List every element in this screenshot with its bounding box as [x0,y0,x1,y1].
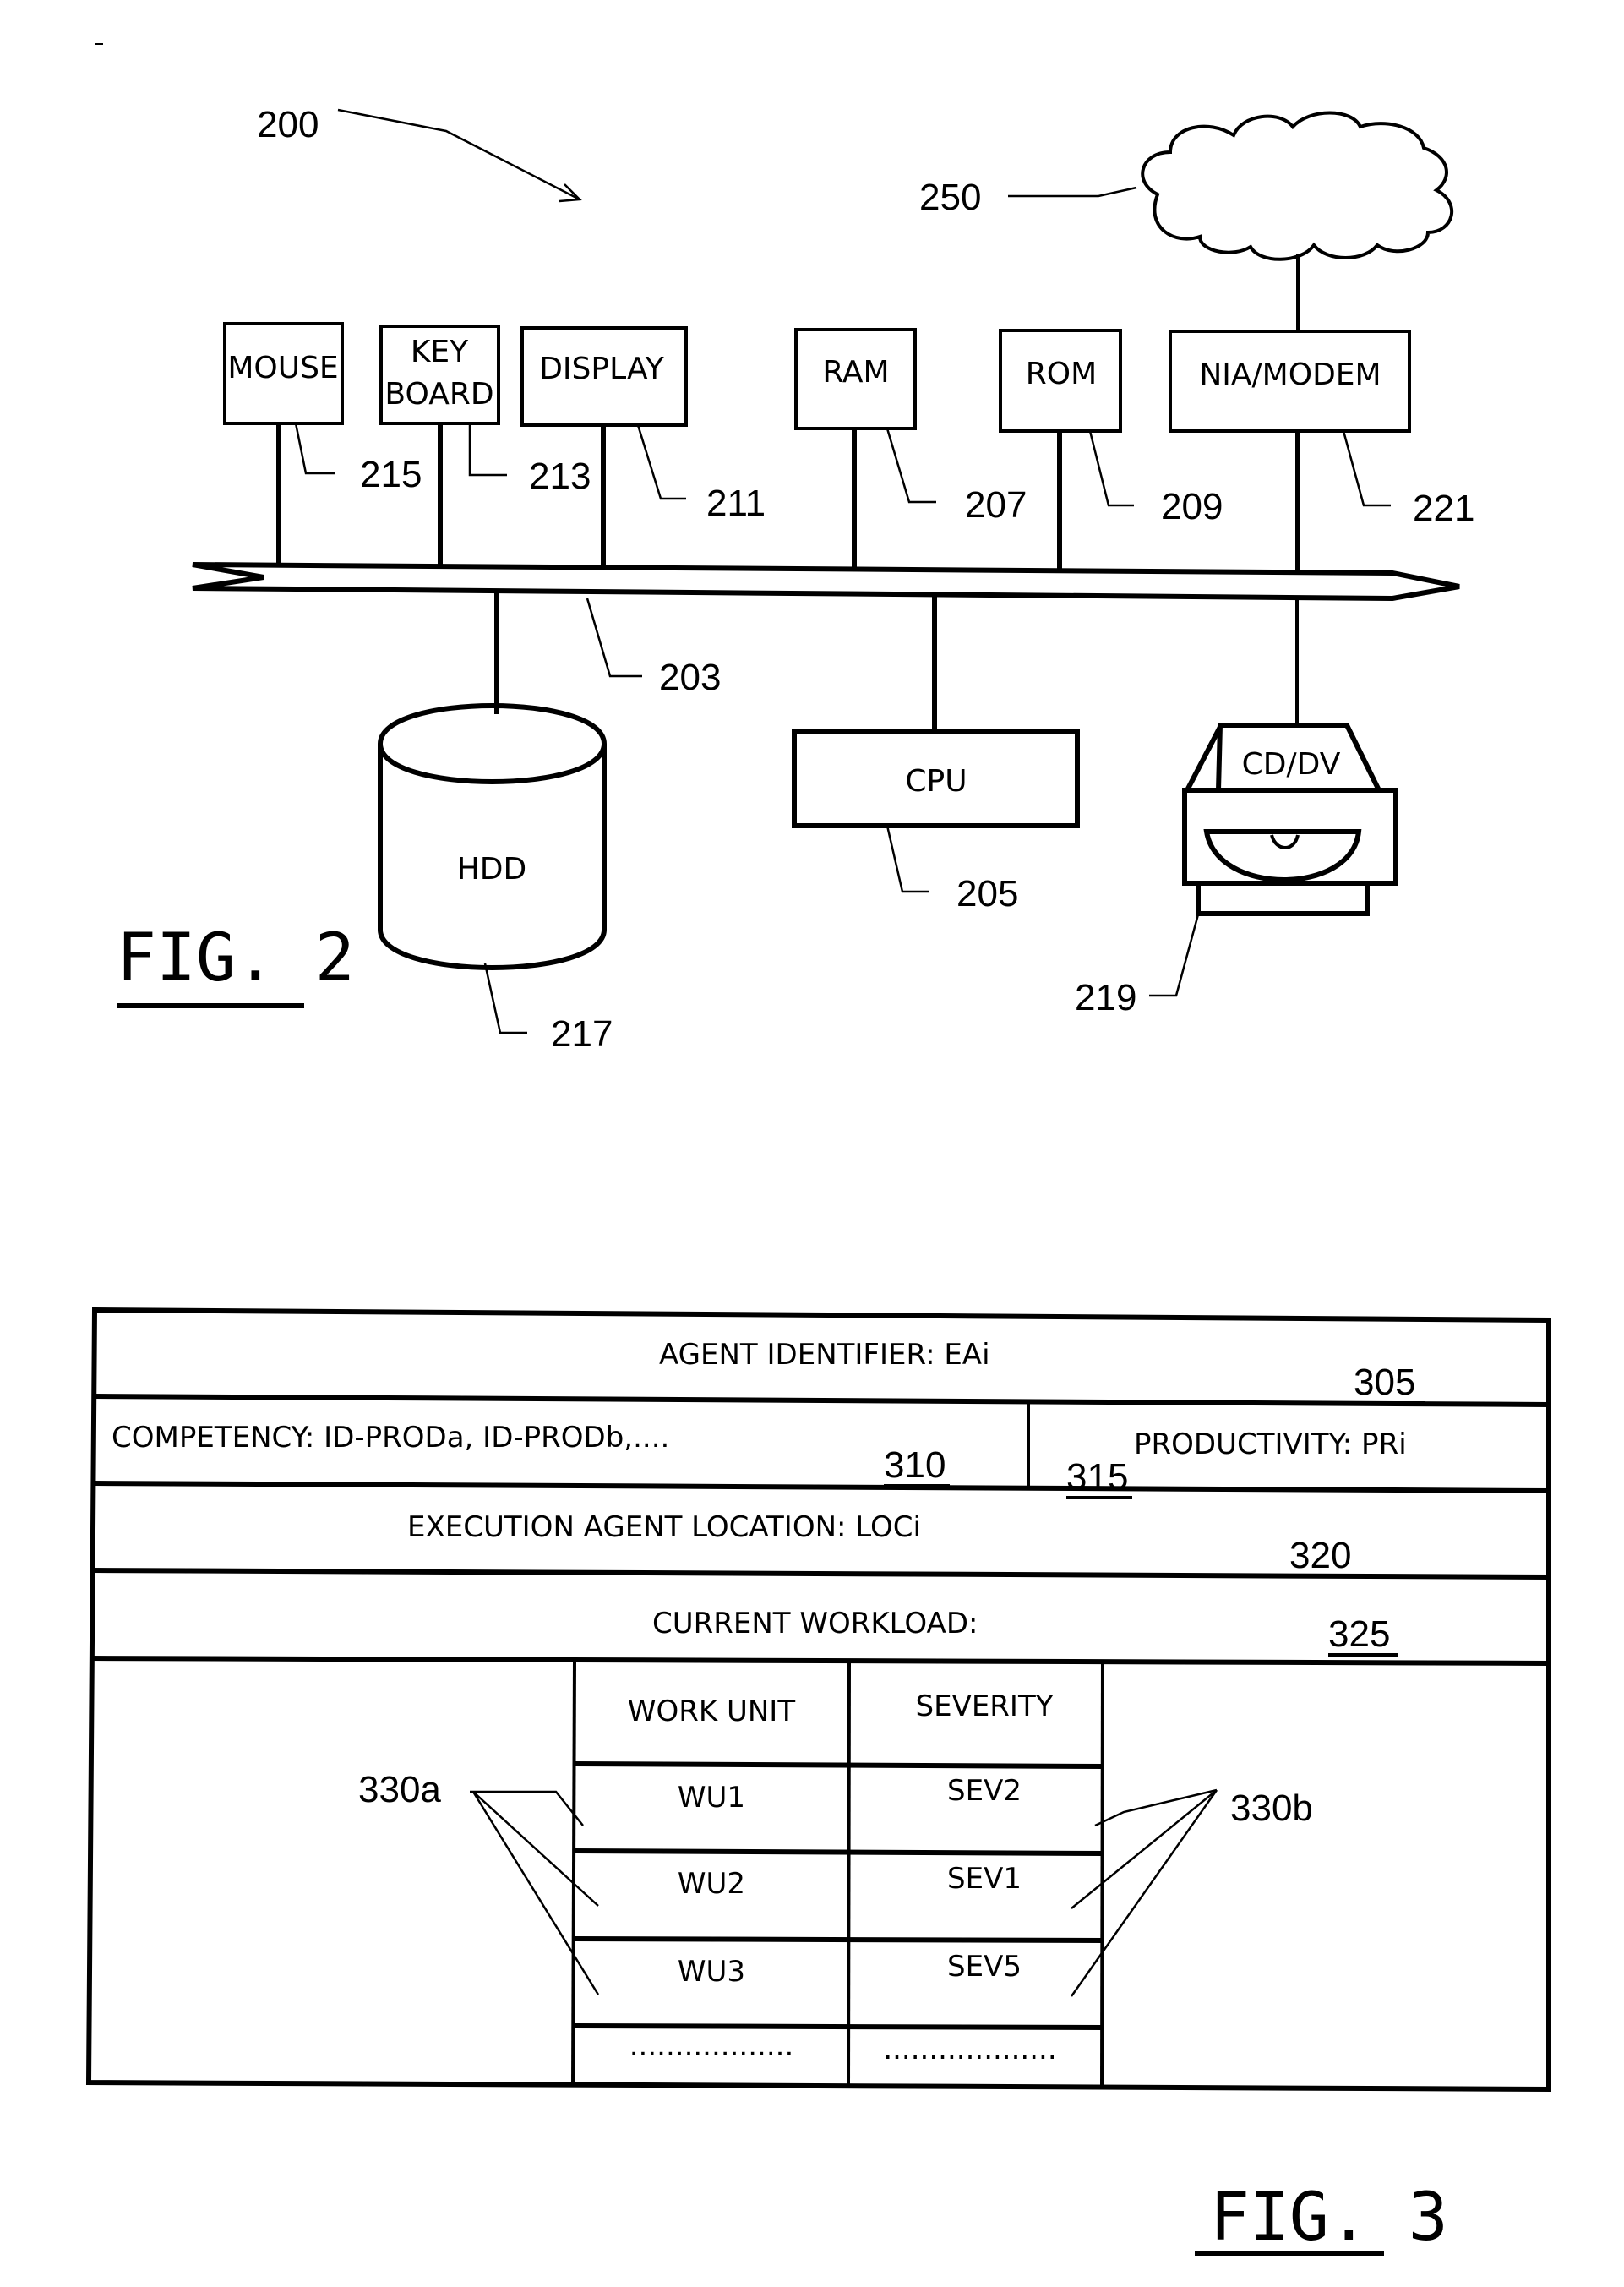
keyboard-label-line2: BOARD [384,377,493,412]
ref-310: 310 [884,1444,946,1486]
svg-text:WU3: WU3 [678,1955,745,1989]
competency-field: COMPETENCY: ID-PRODa, ID-PRODb,.... [112,1421,669,1455]
productivity-field: PRODUCTIVITY: PRi [1134,1427,1407,1461]
workload-field: CURRENT WORKLOAD: [652,1607,978,1640]
ref-305: 305 [1354,1362,1415,1403]
ref-320: 320 [1289,1535,1351,1576]
cd-dvd-label: CD/DV [1242,747,1341,782]
fig2-title: FIG. 2 [117,920,355,996]
rom-label: ROM [1026,357,1097,391]
hdd-label: HDD [457,852,527,887]
ref-315: 315 [1066,1456,1128,1498]
fig3-title: FIG. 3 [1210,2180,1448,2256]
svg-text:...................: ................... [883,2033,1056,2066]
ref-211: 211 [706,483,766,524]
keyboard-label-line1: KEY [411,335,469,369]
ram-label: RAM [822,355,889,390]
ref-330a: 330a [358,1769,441,1810]
svg-text:..................: .................. [629,2029,794,2063]
agent-identifier-field: AGENT IDENTIFIER: EAi [659,1338,990,1372]
ref-221: 221 [1413,488,1474,529]
patent-drawing-sheet: 200 250 203 MOUSE 215 KEY BOARD 213 DISP… [0,0,1624,2287]
ref-205: 205 [956,873,1018,914]
ref-219: 219 [1075,977,1136,1018]
ref-209: 209 [1161,486,1223,527]
location-field: EXECUTION AGENT LOCATION: LOCi [407,1510,921,1544]
nia-modem-label: NIA/MODEM [1199,358,1381,392]
ref-215: 215 [360,454,422,495]
svg-text:SEV2: SEV2 [947,1774,1022,1808]
svg-text:WU1: WU1 [678,1781,745,1815]
ref-213: 213 [529,456,591,497]
cpu-label: CPU [905,764,967,799]
svg-text:SEV1: SEV1 [947,1862,1022,1896]
svg-text:SEV5: SEV5 [947,1950,1022,1984]
ref-200: 200 [257,104,319,145]
mouse-label: MOUSE [227,351,338,385]
ref-330b: 330b [1230,1788,1313,1829]
ref-250: 250 [919,177,981,218]
ref-207: 207 [965,484,1027,526]
ref-203: 203 [659,657,721,698]
header-severity: SEVERITY [916,1689,1054,1723]
header-work-unit: WORK UNIT [628,1695,795,1728]
display-label: DISPLAY [539,352,665,386]
ref-325: 325 [1328,1613,1390,1655]
ref-217: 217 [551,1013,613,1055]
svg-text:WU2: WU2 [678,1867,745,1901]
